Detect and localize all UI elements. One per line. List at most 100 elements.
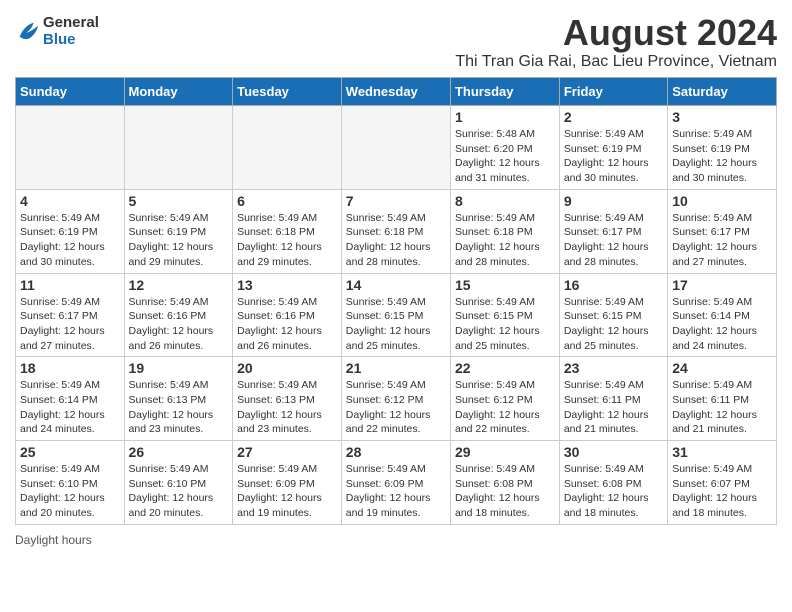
calendar-day-cell: 18Sunrise: 5:49 AM Sunset: 6:14 PM Dayli… xyxy=(16,357,125,441)
calendar-header-wednesday: Wednesday xyxy=(341,78,450,106)
calendar-day-cell: 5 Sunrise: 5:49 AM Sunset: 6:19 PM Daylig… xyxy=(124,189,233,273)
day-info: Sunrise: 5:49 AM Sunset: 6:17 PM Dayligh… xyxy=(20,295,120,354)
day-number: 3 xyxy=(672,109,772,125)
calendar-header-monday: Monday xyxy=(124,78,233,106)
day-info: Sunrise: 5:49 AM Sunset: 6:17 PM Dayligh… xyxy=(672,211,772,270)
calendar-week-row: 1Sunrise: 5:48 AM Sunset: 6:20 PM Daylig… xyxy=(16,106,777,190)
day-number: 7 xyxy=(346,193,446,209)
calendar-day-cell: 12Sunrise: 5:49 AM Sunset: 6:16 PM Dayli… xyxy=(124,273,233,357)
day-number: 5 xyxy=(129,193,229,209)
calendar-day-cell: 21 Sunrise: 5:49 AM Sunset: 6:12 PM Dayli… xyxy=(341,357,450,441)
day-info: Sunrise: 5:49 AM Sunset: 6:11 PM Dayligh… xyxy=(672,378,772,437)
day-number: 19 xyxy=(129,360,229,376)
calendar-day-cell xyxy=(124,106,233,190)
calendar-header-tuesday: Tuesday xyxy=(233,78,342,106)
calendar-week-row: 11 Sunrise: 5:49 AM Sunset: 6:17 PM Dayli… xyxy=(16,273,777,357)
day-info: Sunrise: 5:49 AM Sunset: 6:15 PM Dayligh… xyxy=(346,295,446,354)
day-info: Sunrise: 5:49 AM Sunset: 6:19 PM Dayligh… xyxy=(20,211,120,270)
day-number: 21 xyxy=(346,360,446,376)
day-number: 10 xyxy=(672,193,772,209)
calendar-day-cell: 3 Sunrise: 5:49 AM Sunset: 6:19 PM Daylig… xyxy=(668,106,777,190)
calendar-day-cell xyxy=(233,106,342,190)
calendar-day-cell: 11 Sunrise: 5:49 AM Sunset: 6:17 PM Dayli… xyxy=(16,273,125,357)
day-number: 20 xyxy=(237,360,337,376)
day-info: Sunrise: 5:49 AM Sunset: 6:13 PM Dayligh… xyxy=(237,378,337,437)
day-number: 28 xyxy=(346,444,446,460)
day-info: Sunrise: 5:49 AM Sunset: 6:18 PM Dayligh… xyxy=(455,211,555,270)
header: General Blue August 2024 Thi Tran Gia Ra… xyxy=(15,15,777,71)
calendar-day-cell: 31 Sunrise: 5:49 AM Sunset: 6:07 PM Dayli… xyxy=(668,441,777,525)
day-number: 13 xyxy=(237,277,337,293)
calendar-day-cell: 15 Sunrise: 5:49 AM Sunset: 6:15 PM Dayli… xyxy=(450,273,559,357)
calendar-day-cell: 16Sunrise: 5:49 AM Sunset: 6:15 PM Dayli… xyxy=(559,273,667,357)
day-info: Sunrise: 5:49 AM Sunset: 6:08 PM Dayligh… xyxy=(455,462,555,521)
day-number: 2 xyxy=(564,109,663,125)
day-number: 9 xyxy=(564,193,663,209)
day-number: 24 xyxy=(672,360,772,376)
calendar-day-cell: 29 Sunrise: 5:49 AM Sunset: 6:08 PM Dayli… xyxy=(450,441,559,525)
calendar-week-row: 18Sunrise: 5:49 AM Sunset: 6:14 PM Dayli… xyxy=(16,357,777,441)
day-info: Sunrise: 5:49 AM Sunset: 6:19 PM Dayligh… xyxy=(672,127,772,186)
calendar-day-cell: 20 Sunrise: 5:49 AM Sunset: 6:13 PM Dayli… xyxy=(233,357,342,441)
calendar-day-cell xyxy=(341,106,450,190)
calendar-day-cell xyxy=(16,106,125,190)
day-number: 1 xyxy=(455,109,555,125)
day-info: Sunrise: 5:49 AM Sunset: 6:12 PM Dayligh… xyxy=(455,378,555,437)
day-number: 4 xyxy=(20,193,120,209)
title-area: August 2024 Thi Tran Gia Rai, Bac Lieu P… xyxy=(455,15,777,71)
day-number: 15 xyxy=(455,277,555,293)
calendar-day-cell: 25Sunrise: 5:49 AM Sunset: 6:10 PM Dayli… xyxy=(16,441,125,525)
calendar-table: SundayMondayTuesdayWednesdayThursdayFrid… xyxy=(15,77,777,525)
calendar-header-thursday: Thursday xyxy=(450,78,559,106)
day-info: Sunrise: 5:49 AM Sunset: 6:13 PM Dayligh… xyxy=(129,378,229,437)
calendar-day-cell: 6Sunrise: 5:49 AM Sunset: 6:18 PM Daylig… xyxy=(233,189,342,273)
calendar-day-cell: 7 Sunrise: 5:49 AM Sunset: 6:18 PM Daylig… xyxy=(341,189,450,273)
day-number: 18 xyxy=(20,360,120,376)
calendar-day-cell: 14 Sunrise: 5:49 AM Sunset: 6:15 PM Dayli… xyxy=(341,273,450,357)
calendar-day-cell: 26 Sunrise: 5:49 AM Sunset: 6:10 PM Dayli… xyxy=(124,441,233,525)
calendar-header-sunday: Sunday xyxy=(16,78,125,106)
logo-bird-icon xyxy=(15,18,43,46)
day-number: 14 xyxy=(346,277,446,293)
day-info: Sunrise: 5:49 AM Sunset: 6:19 PM Dayligh… xyxy=(564,127,663,186)
calendar-day-cell: 4 Sunrise: 5:49 AM Sunset: 6:19 PM Daylig… xyxy=(16,189,125,273)
day-number: 6 xyxy=(237,193,337,209)
day-info: Sunrise: 5:49 AM Sunset: 6:08 PM Dayligh… xyxy=(564,462,663,521)
day-number: 11 xyxy=(20,277,120,293)
day-info: Sunrise: 5:49 AM Sunset: 6:07 PM Dayligh… xyxy=(672,462,772,521)
day-info: Sunrise: 5:49 AM Sunset: 6:11 PM Dayligh… xyxy=(564,378,663,437)
day-number: 22 xyxy=(455,360,555,376)
calendar-day-cell: 23Sunrise: 5:49 AM Sunset: 6:11 PM Dayli… xyxy=(559,357,667,441)
calendar-day-cell: 24 Sunrise: 5:49 AM Sunset: 6:11 PM Dayli… xyxy=(668,357,777,441)
calendar-day-cell: 8 Sunrise: 5:49 AM Sunset: 6:18 PM Daylig… xyxy=(450,189,559,273)
day-info: Sunrise: 5:49 AM Sunset: 6:12 PM Dayligh… xyxy=(346,378,446,437)
day-info: Sunrise: 5:49 AM Sunset: 6:18 PM Dayligh… xyxy=(346,211,446,270)
calendar-day-cell: 30 Sunrise: 5:49 AM Sunset: 6:08 PM Dayli… xyxy=(559,441,667,525)
day-info: Sunrise: 5:49 AM Sunset: 6:15 PM Dayligh… xyxy=(455,295,555,354)
day-info: Sunrise: 5:49 AM Sunset: 6:19 PM Dayligh… xyxy=(129,211,229,270)
calendar-header-saturday: Saturday xyxy=(668,78,777,106)
day-number: 29 xyxy=(455,444,555,460)
day-number: 30 xyxy=(564,444,663,460)
logo: General Blue xyxy=(15,15,99,48)
day-number: 31 xyxy=(672,444,772,460)
day-info: Sunrise: 5:49 AM Sunset: 6:15 PM Dayligh… xyxy=(564,295,663,354)
calendar-day-cell: 28 Sunrise: 5:49 AM Sunset: 6:09 PM Dayli… xyxy=(341,441,450,525)
calendar-day-cell: 2 Sunrise: 5:49 AM Sunset: 6:19 PM Daylig… xyxy=(559,106,667,190)
day-info: Sunrise: 5:49 AM Sunset: 6:16 PM Dayligh… xyxy=(237,295,337,354)
calendar-day-cell: 22 Sunrise: 5:49 AM Sunset: 6:12 PM Dayli… xyxy=(450,357,559,441)
day-info: Sunrise: 5:49 AM Sunset: 6:17 PM Dayligh… xyxy=(564,211,663,270)
calendar-day-cell: 1Sunrise: 5:48 AM Sunset: 6:20 PM Daylig… xyxy=(450,106,559,190)
day-number: 8 xyxy=(455,193,555,209)
calendar-header-friday: Friday xyxy=(559,78,667,106)
location-subtitle: Thi Tran Gia Rai, Bac Lieu Province, Vie… xyxy=(455,53,777,71)
footer: Daylight hours xyxy=(15,533,777,547)
day-info: Sunrise: 5:49 AM Sunset: 6:09 PM Dayligh… xyxy=(346,462,446,521)
day-number: 25 xyxy=(20,444,120,460)
day-number: 26 xyxy=(129,444,229,460)
calendar-day-cell: 13 Sunrise: 5:49 AM Sunset: 6:16 PM Dayli… xyxy=(233,273,342,357)
day-info: Sunrise: 5:49 AM Sunset: 6:16 PM Dayligh… xyxy=(129,295,229,354)
day-info: Sunrise: 5:49 AM Sunset: 6:09 PM Dayligh… xyxy=(237,462,337,521)
day-info: Sunrise: 5:49 AM Sunset: 6:10 PM Dayligh… xyxy=(129,462,229,521)
calendar-day-cell: 27Sunrise: 5:49 AM Sunset: 6:09 PM Dayli… xyxy=(233,441,342,525)
